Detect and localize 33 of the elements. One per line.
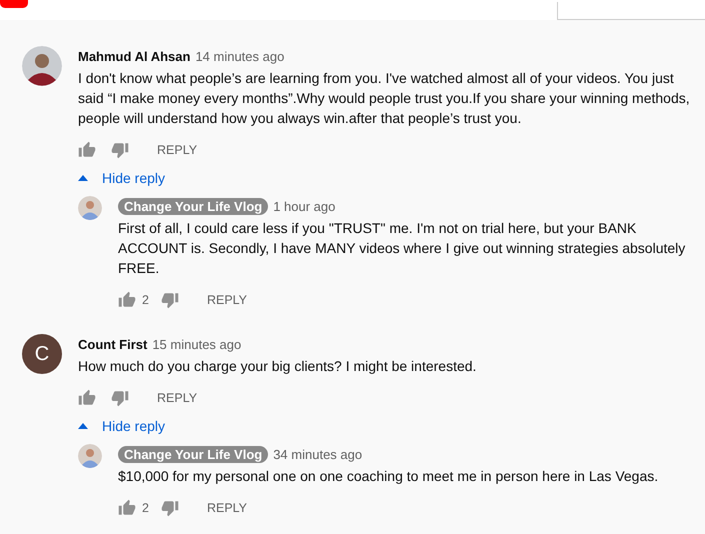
author-name[interactable]: Mahmud Al Ahsan <box>78 48 190 64</box>
reply-button[interactable]: REPLY <box>200 497 254 519</box>
thumbs-up-icon[interactable] <box>78 141 96 159</box>
hide-replies-link[interactable]: Hide reply <box>78 164 166 192</box>
reply-button[interactable]: REPLY <box>200 289 254 311</box>
thumbs-down-icon[interactable] <box>111 389 129 407</box>
thumbs-up-icon[interactable] <box>78 389 96 407</box>
letter-avatar[interactable]: C <box>22 334 62 374</box>
thumbs-up-icon[interactable] <box>118 291 136 309</box>
author-name[interactable]: Change Your Life Vlog <box>118 198 268 214</box>
search-field[interactable] <box>557 2 705 20</box>
avatar-photo-placeholder[interactable] <box>22 46 62 86</box>
comment-text: How much do you charge your big clients? I might be interested. <box>78 357 478 376</box>
comment-text: $10,000 for my personal one on one coaching to meet me in person here in Las Vegas. <box>118 467 660 486</box>
comment-time[interactable]: 15 minutes ago <box>152 336 242 352</box>
comment-text: I don't know what people’s are learning from you. I've watched almost all of your videos. You just said “I make money every months”.Why would people trust you.If you share your winning methods, people will understand how you always win.after that people’s trust you. <box>78 69 691 128</box>
hide-replies-link[interactable]: Hide reply <box>78 412 166 440</box>
like-count: 2 <box>142 293 149 307</box>
thumbs-down-icon[interactable] <box>160 499 179 517</box>
comment-time[interactable]: 34 minutes ago <box>273 446 362 462</box>
reply-button[interactable]: REPLY <box>151 139 204 161</box>
author-name[interactable]: Count First <box>78 336 148 352</box>
triangle-icon[interactable] <box>78 175 88 181</box>
comment-text: First of all, I could care less if you "TRUST" me. I'm not on trial here, but your BANK ACCOUNT is. Secondly, I have MANY videos where I give out winning strategies absolutely FREE. <box>118 219 686 278</box>
author-name[interactable]: Change Your Life Vlog <box>118 446 268 462</box>
triangle-icon[interactable] <box>78 423 88 429</box>
comment-time[interactable]: 1 hour ago <box>273 198 336 214</box>
comment-time[interactable]: 14 minutes ago <box>195 48 284 64</box>
like-count: 2 <box>142 501 149 515</box>
thumbs-down-icon[interactable] <box>160 291 179 309</box>
thumbs-down-icon[interactable] <box>111 141 129 159</box>
thumbs-up-icon[interactable] <box>118 499 136 517</box>
reply-button[interactable]: REPLY <box>151 387 204 409</box>
